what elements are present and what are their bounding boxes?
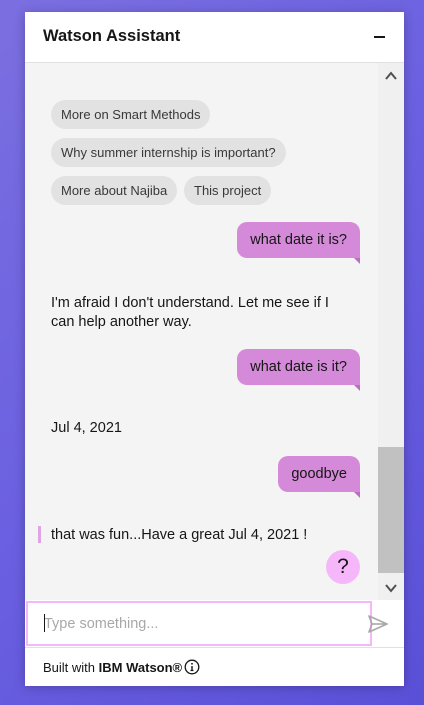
scrollbar[interactable] — [378, 63, 404, 600]
footer-credit: Built with IBM Watson® — [43, 660, 182, 675]
chat-footer: Built with IBM Watson® — [25, 647, 404, 686]
minimize-icon[interactable] — [370, 24, 390, 48]
chat-title: Watson Assistant — [43, 27, 181, 45]
suggestion-chip[interactable]: More on Smart Methods — [51, 100, 211, 129]
suggestion-chip[interactable]: This project — [184, 176, 272, 205]
bot-message-accent — [38, 526, 41, 543]
footer-prefix: Built with — [43, 660, 96, 675]
scrollbar-thumb[interactable] — [378, 447, 404, 573]
bot-message: I'm afraid I don't understand. Let me se… — [51, 295, 329, 330]
user-message: goodbye — [278, 456, 360, 498]
footer-brand: IBM Watson® — [98, 660, 183, 675]
user-message: what date it is? — [237, 222, 360, 264]
suggestion-chip[interactable]: More about Najiba — [51, 176, 178, 205]
message-list: More on Smart Methods Why summer interns… — [25, 63, 378, 600]
info-icon[interactable] — [184, 659, 200, 675]
message-input[interactable] — [26, 601, 372, 646]
chat-widget: Watson Assistant More on Smart Methods W… — [25, 12, 404, 686]
bot-message: Jul 4, 2021 — [51, 420, 122, 436]
suggestion-chip[interactable]: Why summer internship is important? — [51, 138, 286, 167]
bot-message: that was fun...Have a great Jul 4, 2021 … — [51, 527, 308, 543]
chevron-up-icon[interactable] — [384, 69, 398, 83]
help-button[interactable]: ? — [326, 550, 360, 584]
input-area — [25, 600, 404, 647]
chat-header: Watson Assistant — [25, 12, 404, 63]
send-icon[interactable] — [366, 612, 390, 636]
chevron-down-icon[interactable] — [384, 581, 398, 595]
text-caret — [44, 614, 45, 632]
user-message: what date is it? — [237, 349, 360, 391]
